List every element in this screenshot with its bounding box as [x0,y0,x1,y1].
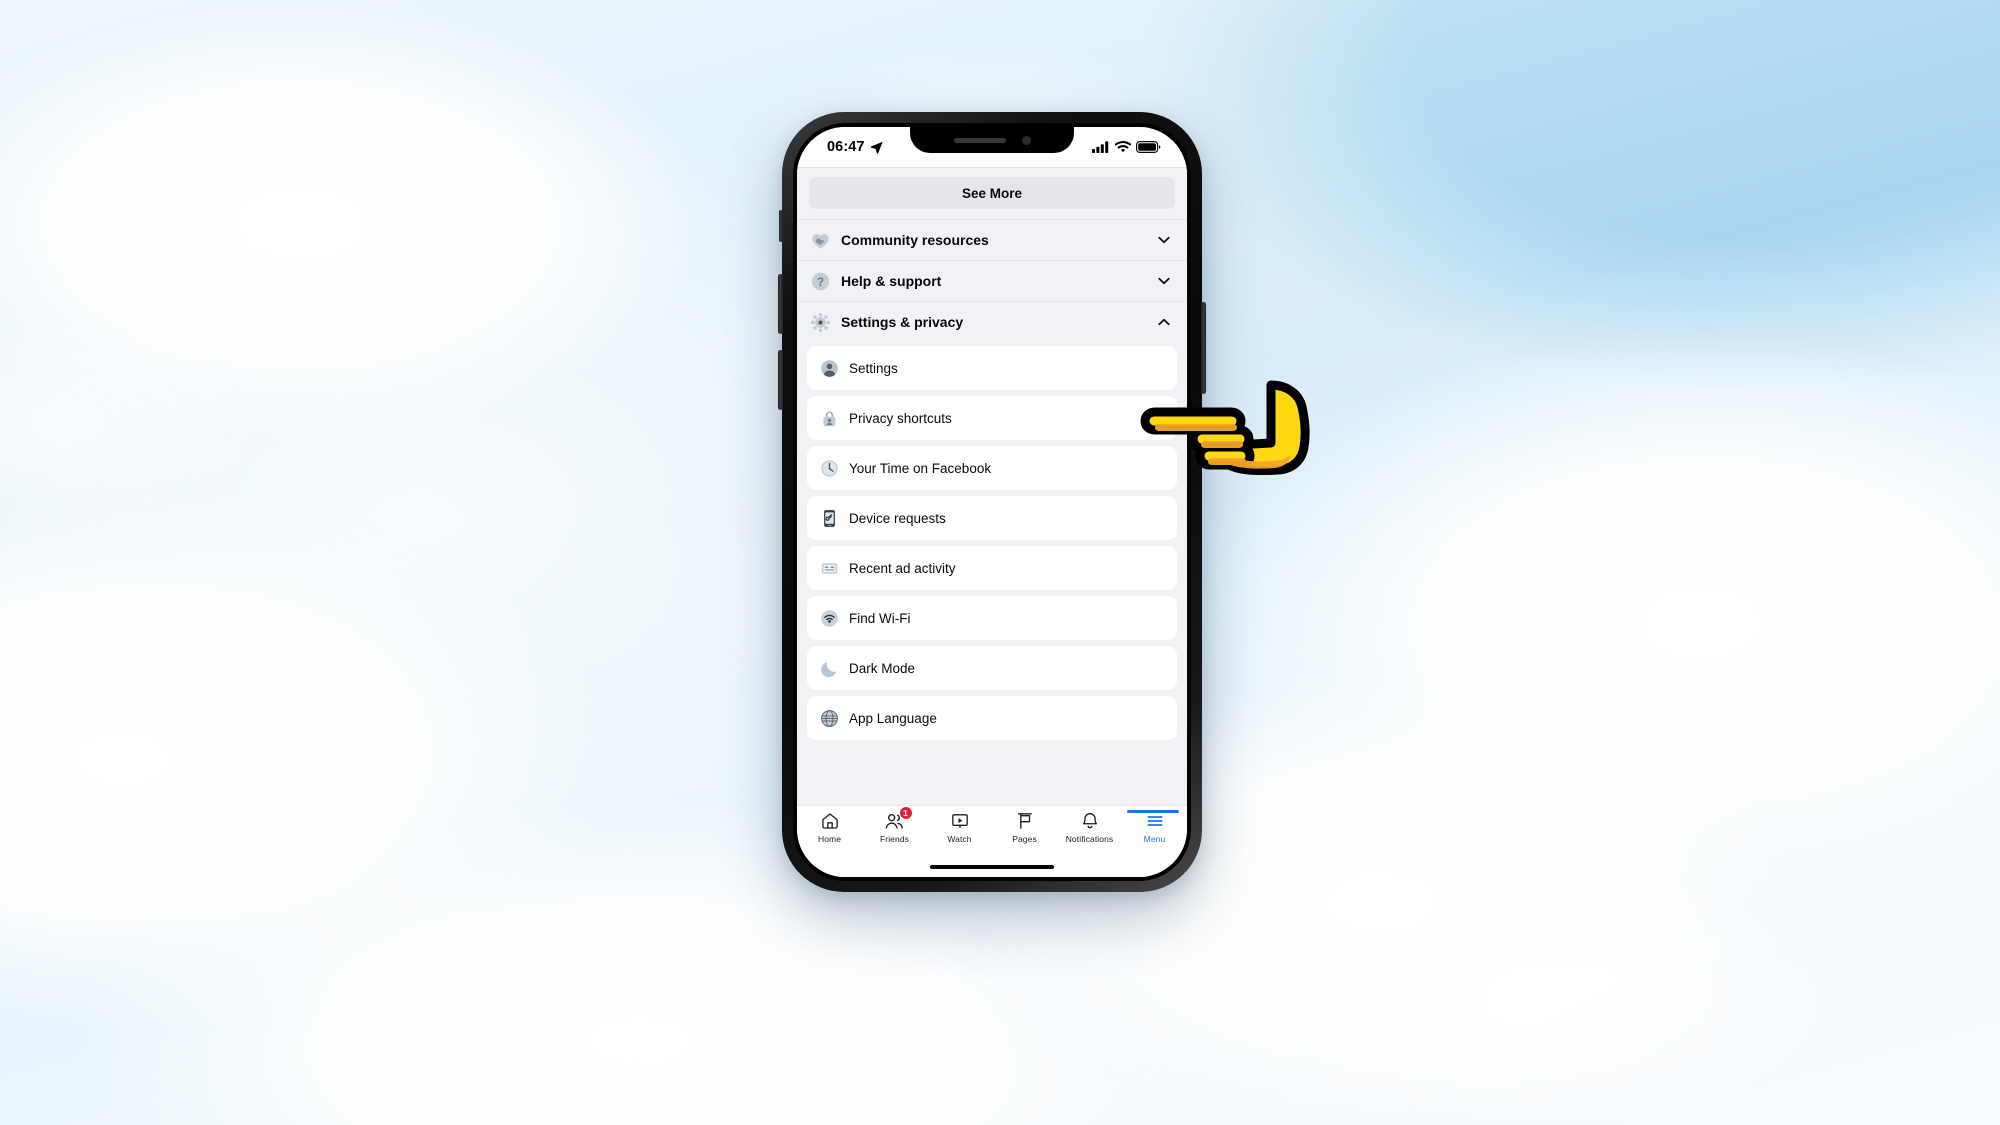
list-item-dark-mode[interactable]: Dark Mode [807,646,1177,690]
tab-label: Watch [947,834,972,844]
menu-content: See More Community resources ? Help & su… [797,167,1187,805]
group-label-community-resources: Community resources [841,232,989,248]
lock-person-icon [819,408,839,428]
list-item-label: Find Wi-Fi [849,610,911,626]
list-item-label: Settings [849,360,898,376]
tab-menu[interactable]: Menu [1122,810,1187,844]
status-bar: 06:47 [797,127,1187,167]
see-more-label: See More [961,185,1023,201]
clock-icon [819,458,839,478]
question-circle-icon: ? [809,270,831,292]
tab-notifications[interactable]: Notifications [1057,811,1122,844]
phone-screen: 06:47 See More Community resources ? Hel… [797,127,1187,877]
gear-icon [809,311,831,333]
list-item-label: Your Time on Facebook [849,460,992,476]
earpiece-speaker [953,137,1006,143]
phone-device: 06:47 See More Community resources ? Hel… [778,112,1206,892]
list-item-app-language[interactable]: App Language [807,696,1177,740]
front-camera [1021,135,1031,145]
list-item-recent-ad-activity[interactable]: Recent ad activity [807,546,1177,590]
bottom-navigation-bar: Home 1 Friends Watch Pages Notifications… [797,805,1187,857]
tab-label: Menu [1143,834,1166,844]
group-label-settings-privacy: Settings & privacy [841,314,964,330]
friends-badge: 1 [898,806,913,820]
handshake-heart-icon [809,229,831,251]
list-item-label: Privacy shortcuts [849,410,952,426]
wifi-icon [819,608,839,628]
list-item-find-wifi[interactable]: Find Wi-Fi [807,596,1177,640]
see-more-button[interactable]: See More [809,177,1175,209]
notch [910,127,1074,153]
list-item-privacy-shortcuts[interactable]: Privacy shortcuts [807,396,1177,440]
signal-bars-icon [1092,141,1109,153]
tab-home[interactable]: Home [797,811,862,844]
globe-icon [819,708,839,728]
list-item-your-time-on-facebook[interactable]: Your Time on Facebook [807,446,1177,490]
status-bar-time-group: 06:47 [827,139,883,155]
volume-up-button[interactable] [778,274,783,334]
power-button[interactable] [1201,302,1206,394]
tab-label: Friends [879,834,910,844]
group-row-settings-privacy[interactable]: Settings & privacy [797,301,1187,342]
friends-icon: 1 [884,806,913,831]
home-indicator [797,857,1187,877]
home-icon [820,811,840,831]
list-item-label: App Language [849,710,937,726]
bell-icon [1080,811,1100,831]
moon-icon [819,658,839,678]
svg-text:?: ? [816,275,823,289]
group-row-help-support[interactable]: ? Help & support [797,260,1187,301]
tab-label: Home [817,834,842,844]
group-row-community-resources[interactable]: Community resources [797,219,1187,260]
wifi-icon [1115,141,1131,153]
group-label-help-support: Help & support [841,273,942,289]
volume-down-button[interactable] [778,350,783,410]
list-item-label: Dark Mode [849,660,916,676]
screenshot-stage: 06:47 See More Community resources ? Hel… [0,0,2000,1125]
flag-icon [1015,811,1035,831]
person-circle-icon [819,358,839,378]
tab-label: Notifications [1065,834,1114,844]
ad-screen-icon [819,558,839,578]
status-bar-time: 06:47 [827,139,865,155]
list-item-device-requests[interactable]: Device requests [807,496,1177,540]
silent-switch-button[interactable] [779,210,783,242]
tab-pages[interactable]: Pages [992,811,1057,844]
device-key-icon [819,508,839,528]
battery-icon [1136,141,1161,153]
phone-bezel: 06:47 See More Community resources ? Hel… [793,123,1191,881]
list-item-label: Recent ad activity [849,560,956,576]
list-item-settings[interactable]: Settings [807,346,1177,390]
status-bar-indicators [1092,141,1161,153]
location-arrow-icon [870,141,883,154]
home-indicator-bar [930,864,1054,870]
chevron-down-icon [1158,236,1170,244]
hamburger-menu-icon [1145,811,1165,831]
tab-watch[interactable]: Watch [927,811,992,844]
chevron-up-icon [1158,318,1170,326]
watch-play-icon [950,811,970,831]
chevron-down-icon [1158,277,1170,285]
tab-label: Pages [1012,834,1037,844]
settings-items-list: Settings Privacy shortcuts Your Time on … [797,342,1187,740]
list-item-label: Device requests [849,510,946,526]
see-more-container: See More [797,168,1187,219]
tab-friends[interactable]: 1 Friends [862,806,927,844]
